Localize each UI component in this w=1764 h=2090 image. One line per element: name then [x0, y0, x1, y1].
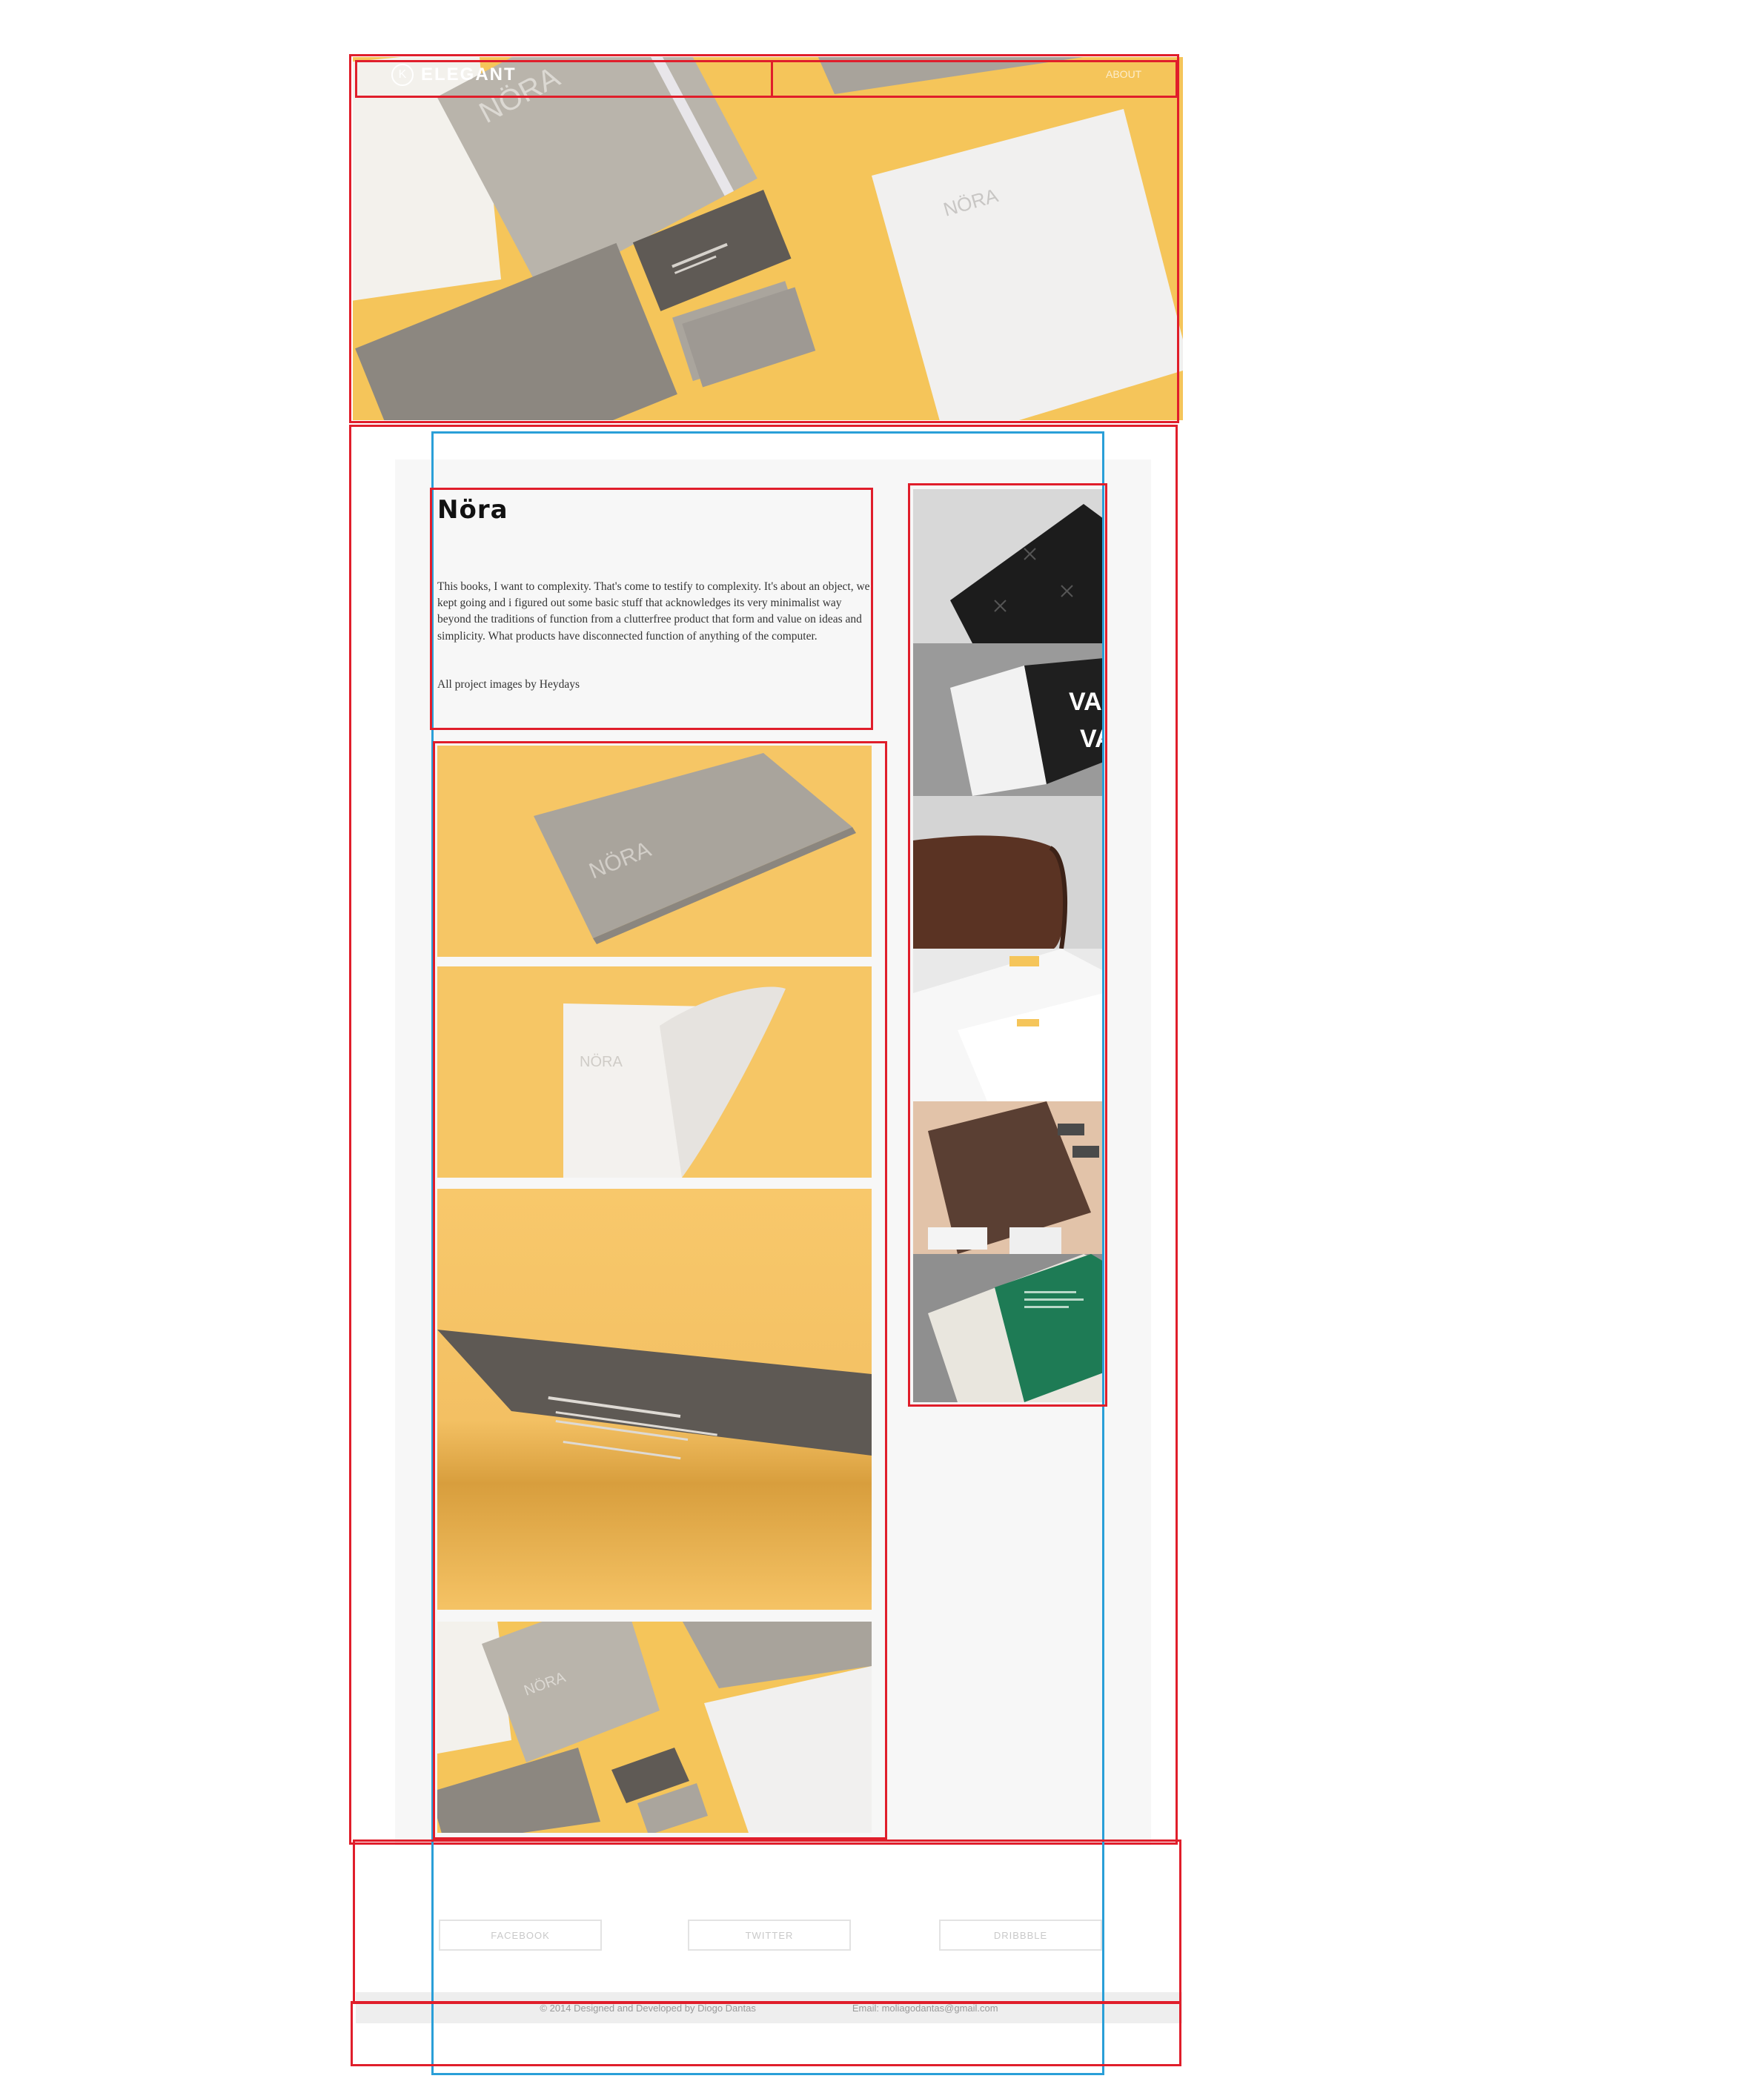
svg-text:VALU: VALU: [1069, 688, 1104, 716]
facebook-button[interactable]: FACEBOOK: [439, 1920, 602, 1951]
project-title: Nöra: [437, 495, 508, 525]
social-links-bar: [356, 1845, 1182, 1986]
thumb-green-brochure[interactable]: [913, 1254, 1104, 1402]
nav-link-about[interactable]: ABOUT: [1106, 68, 1161, 82]
twitter-button[interactable]: TWITTER: [688, 1920, 851, 1951]
svg-text:VALU: VALU: [1080, 725, 1104, 753]
hero-banner: NÖRA NÖRA: [353, 57, 1183, 420]
project-image-overview[interactable]: NÖRA: [437, 1622, 872, 1833]
thumb-leather-folio[interactable]: [913, 796, 1104, 949]
project-description: This books, I want to complexity. That's…: [437, 580, 870, 643]
dribbble-button[interactable]: DRIBBBLE: [939, 1920, 1102, 1951]
project-credit: All project images by Heydays: [437, 678, 580, 691]
site-logo[interactable]: K ELEGANT: [391, 64, 517, 86]
thumb-brown-stationery[interactable]: [913, 1101, 1104, 1254]
footer-bar: © 2014 Designed and Developed by Diogo D…: [356, 1992, 1182, 2023]
footer-email[interactable]: Email: moliagodantas@gmail.com: [852, 2003, 998, 2014]
project-image-envelope[interactable]: NÖRA: [437, 746, 872, 957]
thumb-envelopes[interactable]: [913, 949, 1104, 1101]
thumb-black-pattern[interactable]: [913, 489, 1104, 643]
copyright-text: © 2014 Designed and Developed by Diogo D…: [540, 2002, 756, 2014]
project-image-business-card[interactable]: [437, 1189, 872, 1610]
logo-mark-icon: K: [391, 64, 414, 86]
thumb-magazine[interactable]: VALU VALU: [913, 643, 1104, 796]
project-image-letterhead[interactable]: NÖRA: [437, 966, 872, 1178]
hero-stationery-image: NÖRA NÖRA: [353, 57, 1183, 420]
svg-text:NÖRA: NÖRA: [580, 1054, 623, 1070]
logo-text: ELEGANT: [421, 64, 517, 84]
